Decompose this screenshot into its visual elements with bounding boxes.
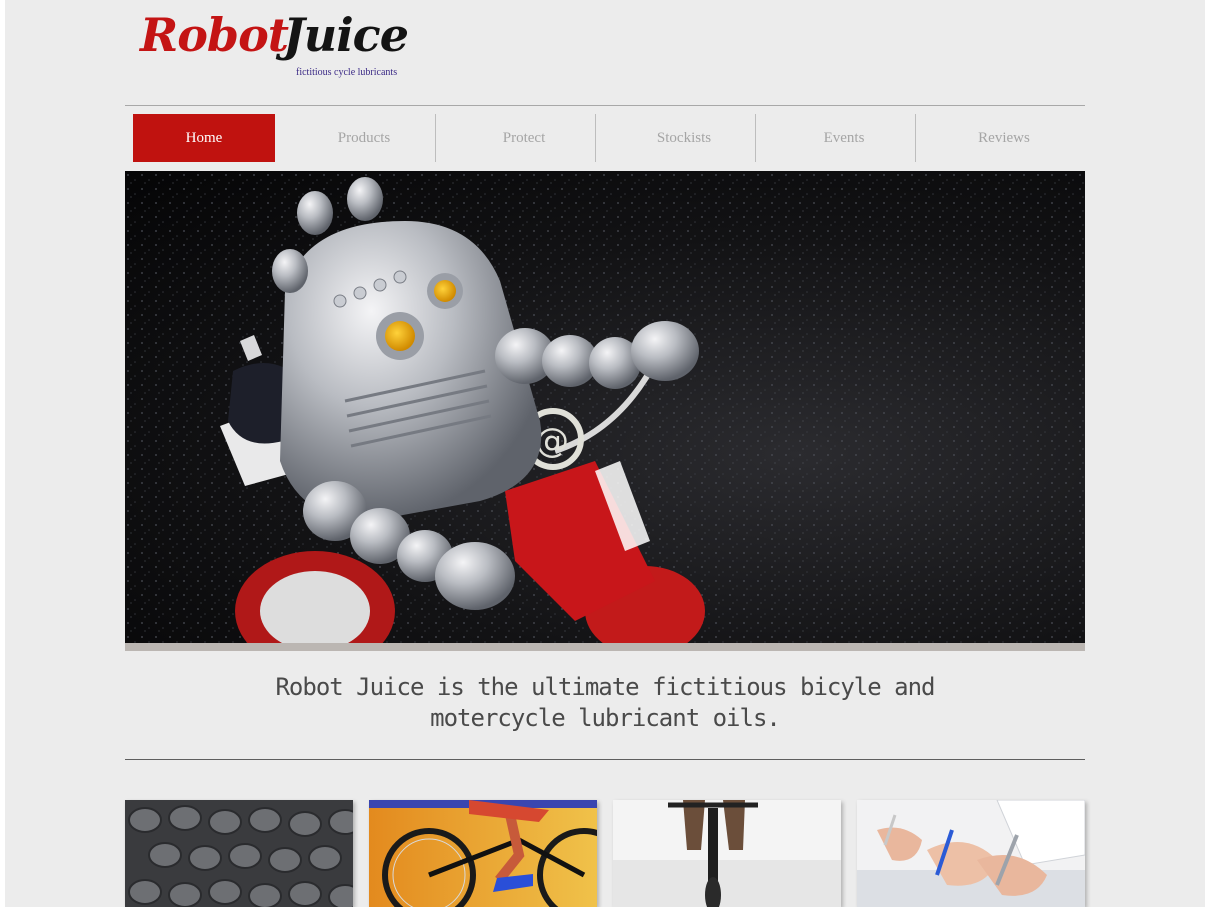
track-cyclist-image [369,800,597,907]
nav-separator [435,114,436,162]
hands-writing-image [857,800,1085,907]
nav-item-protect[interactable]: Protect [453,114,595,162]
nav-separator [915,114,916,162]
road-cyclist-image [613,800,841,907]
thumbnail-paperwork[interactable] [857,800,1085,907]
main-navigation: Home Products Protect Stockists Events R… [133,114,1085,162]
bike-chain-image [125,800,353,907]
nav-item-reviews[interactable]: Reviews [933,114,1075,162]
nav-separator [595,114,596,162]
nav-separator [755,114,756,162]
logo-word-robot: Robot [140,8,289,62]
logo-word-juice: Juice [283,8,409,62]
content-divider [125,759,1085,760]
nav-item-home[interactable]: Home [133,114,275,162]
logo-tagline: fictitious cycle lubricants [296,67,398,78]
nav-item-events[interactable]: Events [773,114,915,162]
thumbnail-track-cyclist[interactable] [369,800,597,907]
nav-item-stockists[interactable]: Stockists [613,114,755,162]
intro-heading: Robot Juice is the ultimate fictitious b… [275,673,935,732]
nav-item-products[interactable]: Products [293,114,435,162]
hero-image: @ [125,171,1085,643]
hero-bottom-bar [125,643,1085,651]
thumbnail-road-cyclist[interactable] [613,800,841,907]
site-logo[interactable]: Robot Juice fictitious cycle lubricants [137,6,427,86]
thumbnail-bike-chain[interactable] [125,800,353,907]
header-divider [125,105,1085,106]
robot-on-tricycle-illustration: @ [125,171,1085,643]
